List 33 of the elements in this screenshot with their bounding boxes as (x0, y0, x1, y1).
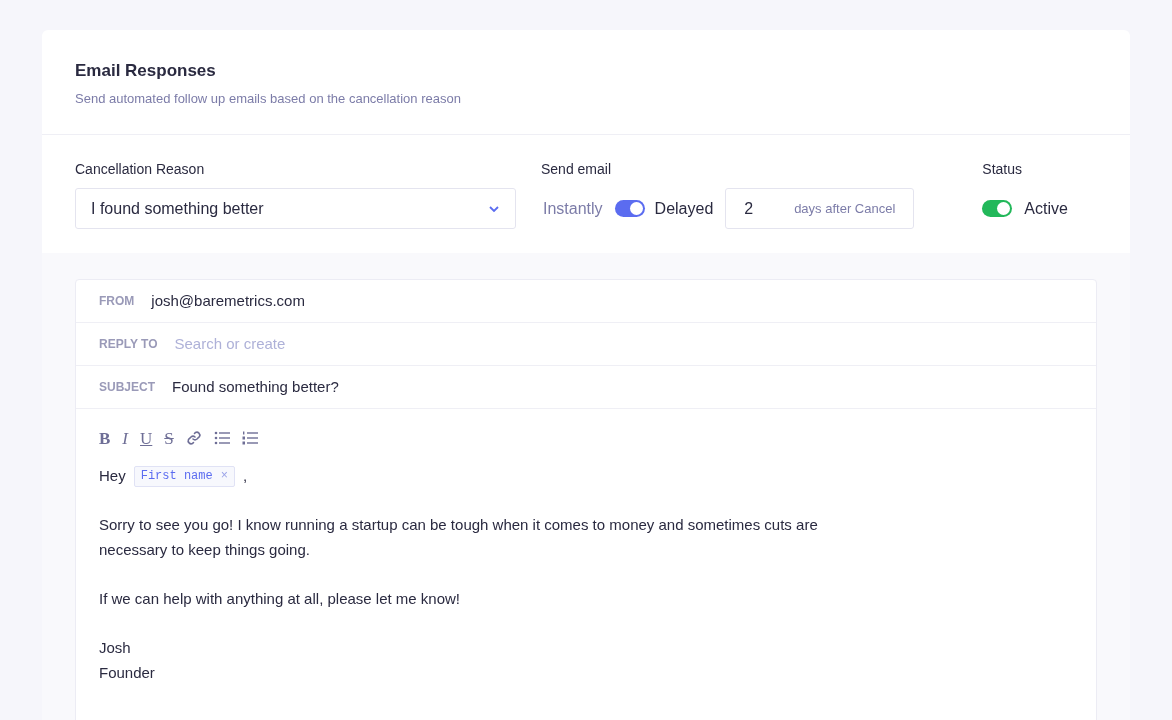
toggle-switch[interactable] (982, 200, 1013, 217)
days-input[interactable]: 2 days after Cancel (725, 188, 915, 229)
field-label: Cancellation Reason (75, 160, 206, 179)
signature-line: Founder (99, 662, 156, 683)
reason-dropdown[interactable]: I found something better (75, 188, 516, 229)
bold-button[interactable]: B (99, 429, 111, 447)
option-label: Instantly (543, 198, 603, 219)
field-label: Send email (541, 160, 613, 179)
merge-tag[interactable]: First name × (133, 465, 235, 487)
body-paragraph: Sorry to see you go! I know running a startup can be tough when it comes to money and sometimes cuts are necessary to keep things going. (99, 514, 819, 560)
chevron-down-icon (488, 204, 500, 213)
field-label: Status (982, 160, 1023, 179)
body-text: Hey (99, 466, 126, 486)
field-value[interactable]: josh@baremetrics.com (151, 289, 305, 313)
bullet-list-icon[interactable] (213, 431, 230, 445)
numbered-list-icon[interactable] (241, 431, 258, 445)
field-label: FROM (99, 293, 135, 310)
body-text: , (242, 466, 248, 486)
input-suffix: days after Cancel (794, 199, 896, 218)
field-label: REPLY TO (99, 336, 158, 353)
section-title: Email Responses (75, 60, 217, 82)
option-label: Delayed (654, 198, 714, 219)
link-icon[interactable] (185, 430, 202, 446)
toggle-switch[interactable] (614, 200, 645, 217)
italic-button[interactable]: I (122, 429, 128, 447)
strikethrough-button[interactable]: S (164, 429, 174, 447)
status-label: Active (1024, 198, 1068, 219)
signature-line: Josh (99, 637, 132, 658)
field-label: SUBJECT (99, 379, 155, 396)
underline-button[interactable]: U (140, 429, 153, 447)
field-value[interactable]: Found something better? (172, 375, 339, 399)
section-subtitle: Send automated follow up emails based on the cancellation reason (75, 89, 462, 108)
body-paragraph: If we can help with anything at all, please let me know! (99, 588, 462, 609)
